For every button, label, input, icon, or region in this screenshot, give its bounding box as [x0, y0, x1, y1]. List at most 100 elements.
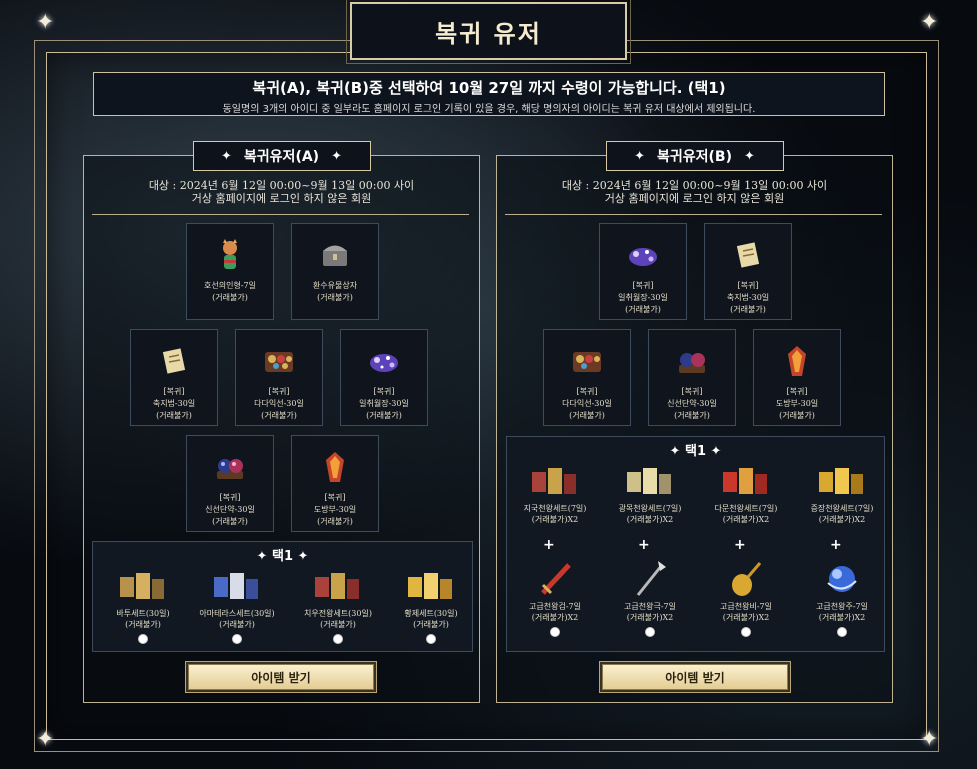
reward-card: [복귀] 축지법-30일 (거래불가): [704, 223, 792, 320]
armor-set-icon: [307, 566, 369, 606]
plus-sign: +: [543, 537, 555, 553]
option-name: 고급천왕검-7일: [529, 602, 581, 611]
option-name: 바투세트(30일): [116, 609, 170, 618]
option-radio[interactable]: [741, 627, 751, 637]
option-radio[interactable]: [645, 627, 655, 637]
notice-sub-text: 동일명의 3개의 아이디 중 일부라도 홈페이지 로그인 기록이 있을 경우, …: [222, 104, 756, 115]
set-option: 광목천왕세트(7일) (거래불가)X2: [606, 461, 694, 525]
lute-icon: [715, 559, 777, 599]
option-name: 광목천왕세트(7일): [618, 504, 682, 513]
item-tag: [복귀]: [681, 387, 703, 396]
item-name: 신선단약-30일: [205, 505, 255, 514]
plus-sign: +: [638, 537, 650, 553]
pick-one-label: 택1: [271, 549, 293, 564]
receive-item-button-b[interactable]: 아이템 받기: [602, 664, 788, 690]
reward-card: [복귀] 축지법-30일 (거래불가): [130, 329, 218, 426]
item-name: 호선의인형-7일: [204, 281, 256, 290]
weapon-option[interactable]: 고급천왕주-7일 (거래불가)X2: [798, 559, 886, 637]
item-name: 도방부-30일: [775, 399, 819, 408]
option-name: 고급천왕극-7일: [624, 602, 676, 611]
item-name: 축지법-30일: [152, 399, 196, 408]
target-line: 대상 : 2024년 6월 12일 00:00~9월 13일 00:00 사이: [561, 179, 828, 192]
receive-item-button-a[interactable]: 아이템 받기: [188, 664, 374, 690]
reward-card: [복귀] 다다익선-30일 (거래불가): [543, 329, 631, 426]
sparkle-icon: ✦: [744, 148, 755, 164]
panel-returning-user-b: ✦ 복귀유저(B) ✦ 대상 : 2024년 6월 12일 00:00~9월 1…: [496, 141, 893, 703]
pick-one-title: ✦ 택1 ✦: [507, 440, 884, 459]
weapon-option[interactable]: 고급천왕비-7일 (거래불가)X2: [702, 559, 790, 637]
pick-one-box: ✦ 택1 ✦ 바투세트(30일) (거래불가) 아마테라스세트(30일) (거래불가…: [92, 541, 473, 652]
option-note: (거래불가)X2: [818, 613, 866, 622]
panel-returning-user-a: ✦ 복귀유저(A) ✦ 대상 : 2024년 6월 12일 00:00~9월 1…: [83, 141, 480, 703]
plus-sign: +: [830, 537, 842, 553]
page-title: 복귀 유저: [346, 0, 631, 64]
panel-a-title-text: 복귀유저(A): [243, 149, 320, 165]
panel-a-title: ✦ 복귀유저(A) ✦: [192, 141, 371, 171]
item-note: (거래불가): [625, 305, 661, 314]
option-note: (거래불가)X2: [531, 515, 579, 524]
pick-one-label: 택1: [684, 444, 706, 459]
item-tag: [복귀]: [737, 281, 759, 290]
purple-orb-icon: [626, 238, 660, 272]
sparkle-icon: ✦: [297, 549, 309, 564]
option-radio[interactable]: [232, 634, 242, 644]
armor-set-icon: [112, 566, 174, 606]
set-option[interactable]: 아마테라스세트(30일) (거래불가): [192, 566, 282, 644]
sparkle-icon: ✦: [920, 10, 939, 35]
item-name: 축지법-30일: [726, 293, 770, 302]
weapon-option[interactable]: 고급천왕극-7일 (거래불가)X2: [606, 559, 694, 637]
item-name: 환수유물상자: [312, 281, 358, 290]
set-option: 증장천왕세트(7일) (거래불가)X2: [798, 461, 886, 525]
panel-b-title: ✦ 복귀유저(B) ✦: [605, 141, 784, 171]
reward-card: [복귀] 신선단약-30일 (거래불가): [186, 435, 274, 532]
reward-card: [복귀] 다다익선-30일 (거래불가): [235, 329, 323, 426]
weapon-option[interactable]: 고급천왕검-7일 (거래불가)X2: [511, 559, 599, 637]
option-note: (거래불가)X2: [626, 515, 674, 524]
item-tag: [복귀]: [786, 387, 808, 396]
item-name: 다다익선-30일: [562, 399, 612, 408]
sparkle-icon: ✦: [36, 727, 55, 752]
option-radio[interactable]: [426, 634, 436, 644]
option-note: (거래불가): [413, 620, 449, 629]
panel-b-title-text: 복귀유저(B): [657, 149, 732, 165]
option-name: 아마테라스세트(30일): [199, 609, 275, 618]
reward-card: [복귀] 일취월장-30일 (거래불가): [340, 329, 428, 426]
option-radio[interactable]: [837, 627, 847, 637]
set-option[interactable]: 황제세트(30일) (거래불가): [391, 566, 471, 644]
elixir-icon: [213, 450, 247, 484]
item-note: (거래불가): [212, 517, 248, 526]
item-tag: [복귀]: [632, 281, 654, 290]
item-tag: [복귀]: [268, 387, 290, 396]
halberd-icon: [619, 559, 681, 599]
armor-set-icon: [400, 566, 462, 606]
option-radio[interactable]: [333, 634, 343, 644]
scroll-icon: [157, 344, 191, 378]
target-line: 거상 홈페이지에 로그인 하지 않은 회원: [191, 192, 372, 205]
purple-orb-icon: [367, 344, 401, 378]
set-option[interactable]: 치우전왕세트(30일) (거래불가): [293, 566, 383, 644]
item-note: (거래불가): [569, 411, 605, 420]
item-note: (거래불가): [674, 411, 710, 420]
set-option: 지국천왕세트(7일) (거래불가)X2: [511, 461, 599, 525]
plus-sign: +: [734, 537, 746, 553]
sparkle-icon: ✦: [634, 148, 645, 164]
option-note: (거래불가)X2: [722, 613, 770, 622]
option-note: (거래불가)X2: [722, 515, 770, 524]
sparkle-icon: ✦: [920, 727, 939, 752]
target-line: 대상 : 2024년 6월 12일 00:00~9월 13일 00:00 사이: [148, 179, 415, 192]
notice-main-text: 복귀(A), 복귀(B)중 선택하여 10월 27일 까지 수령이 가능합니다.…: [252, 79, 726, 97]
item-name: 도방부-30일: [313, 505, 357, 514]
option-radio[interactable]: [550, 627, 560, 637]
set-option[interactable]: 바투세트(30일) (거래불가): [101, 566, 185, 644]
sparkle-icon: ✦: [221, 148, 232, 164]
reward-card: [복귀] 신선단약-30일 (거래불가): [648, 329, 736, 426]
option-note: (거래불가): [125, 620, 161, 629]
item-note: (거래불가): [156, 411, 192, 420]
pick-one-title: ✦ 택1 ✦: [93, 545, 472, 564]
item-tag: [복귀]: [219, 493, 241, 502]
item-tag: [복귀]: [163, 387, 185, 396]
option-radio[interactable]: [138, 634, 148, 644]
reward-card: [복귀] 도방부-30일 (거래불가): [291, 435, 379, 532]
item-note: (거래불가): [366, 411, 402, 420]
option-note: (거래불가): [320, 620, 356, 629]
